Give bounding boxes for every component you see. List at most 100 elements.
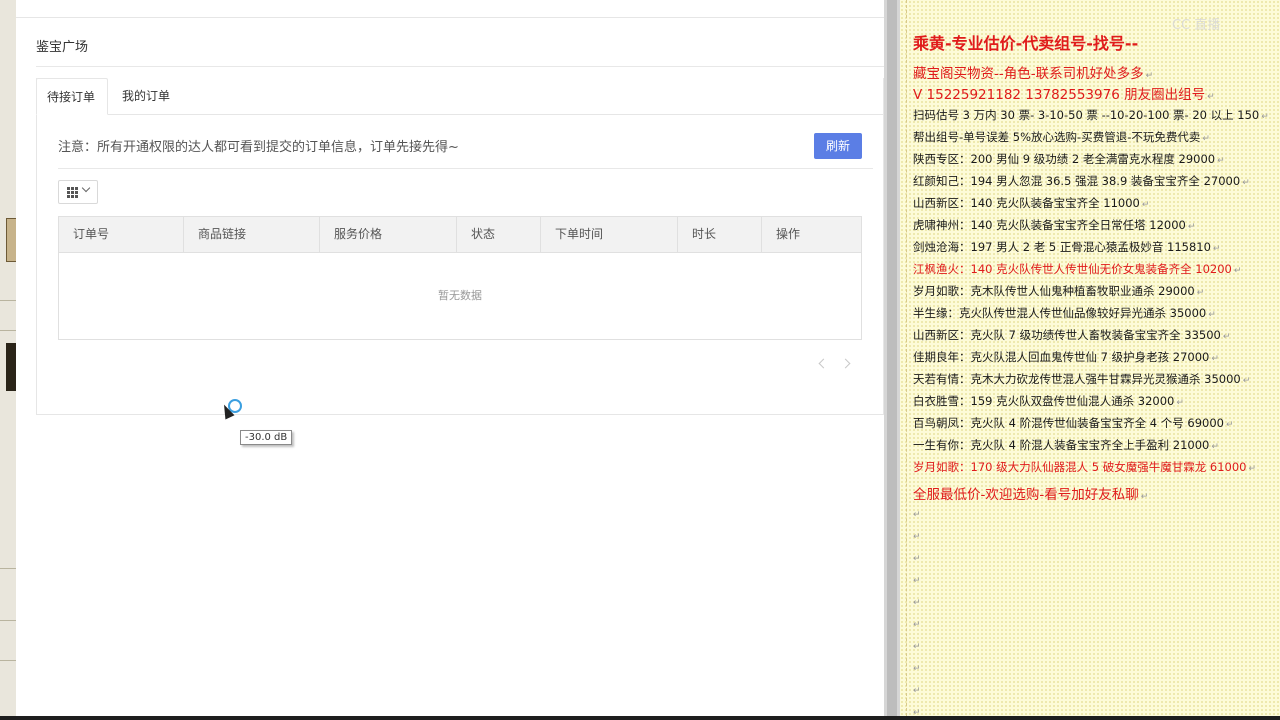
- paragraph-mark-icon: ↵: [1140, 492, 1149, 502]
- paragraph-mark-icon: ↵: [1145, 71, 1154, 81]
- paragraph-mark-icon: ↵: [1176, 398, 1184, 408]
- column-header-order-id[interactable]: 订单号: [59, 217, 184, 252]
- divider: [36, 66, 884, 67]
- paragraph-mark-icon: ↵: [913, 510, 921, 520]
- table-header: 订单号 商品链接 服务价格 状态 下单时间 时长 操作: [59, 217, 861, 253]
- column-header-price[interactable]: 服务价格: [320, 217, 457, 252]
- paragraph-mark-icon: ↵: [1242, 178, 1250, 188]
- document-line: 江枫渔火：140 克火队传世人传世仙无价女鬼装备齐全 10200 ↵: [913, 261, 1241, 277]
- refresh-button[interactable]: 刷新: [814, 133, 862, 159]
- appraisal-app-window: 鉴宝广场 待接订单 我的订单 注意：所有开通权限的达人都可看到提交的订单信息，订…: [16, 0, 884, 716]
- document-line-text: 白衣胜雪：159 克火队双盘传世仙混人通杀 32000: [913, 394, 1175, 408]
- paragraph-mark-icon: ↵: [913, 620, 921, 630]
- desktop-window-edge: [6, 343, 16, 391]
- document-line-text: 藏宝阁买物资--角色-联系司机好处多多: [913, 66, 1144, 82]
- divider: [0, 660, 16, 661]
- paragraph-mark-icon: ↵: [1208, 310, 1216, 320]
- order-tabs: 待接订单 我的订单: [36, 78, 883, 115]
- paragraph-mark-icon: ↵: [1207, 92, 1215, 102]
- document-line-text: 虎啸神州：140 克火队装备宝宝齐全日常任塔 12000: [913, 218, 1186, 232]
- paragraph-mark-icon: ↵: [913, 576, 921, 586]
- document-line-text: 山西新区：140 克火队装备宝宝齐全 11000: [913, 196, 1140, 210]
- document-line: 岁月如歌：170 级大力队仙器混人 5 破女魔强牛魔甘霖龙 61000 ↵: [913, 459, 1256, 475]
- document-line: 天若有情：克木大力砍龙传世混人强牛甘霖异光灵猴通杀 35000 ↵: [913, 371, 1250, 387]
- stream-watermark: CC 直播: [1172, 18, 1221, 33]
- document-line: 帮出组号-单号误差 5%放心选购-买费管退-不玩免费代卖 ↵: [913, 129, 1210, 145]
- paragraph-mark-icon: ↵: [1248, 464, 1257, 474]
- paragraph-mark-icon: ↵: [913, 686, 921, 696]
- document-line: 岁月如歌：克木队传世人仙鬼种植畜牧职业通杀 29000 ↵: [913, 283, 1204, 299]
- paragraph-mark-icon: ↵: [1222, 332, 1231, 342]
- document-line: V 15225921182 13782553976 朋友圈出组号 ↵: [913, 83, 1215, 103]
- document-line-text: 百鸟朝凤：克火队 4 阶混传世仙装备宝宝齐全 4 个号 69000: [913, 416, 1224, 430]
- document-line-text: 剑烛沧海：197 男人 2 老 5 正骨混心猿孟极妙音 115810: [913, 240, 1211, 254]
- document-line-text: 帮出组号-单号误差 5%放心选购-买费管退-不玩免费代卖: [913, 130, 1201, 144]
- grid-icon: [67, 187, 78, 198]
- document-line: 扫码估号 3 万内 30 票- 3-10-50 票 --10-20-100 票-…: [913, 107, 1269, 123]
- document-line: 乘黄-专业估价-代卖组号-找号--: [913, 30, 1138, 54]
- divider: [0, 568, 16, 569]
- paragraph-mark-icon: ↵: [1212, 244, 1221, 254]
- document-line-text: 陕西专区：200 男仙 9 级功绩 2 老全满雷克水程度 29000: [913, 152, 1216, 166]
- notice-text: 注意：所有开通权限的达人都可看到提交的订单信息，订单先接先得~: [58, 140, 459, 155]
- document-line-text: 岁月如歌：170 级大力队仙器混人 5 破女魔强牛魔甘霖龙 61000: [913, 460, 1247, 474]
- column-header-actions[interactable]: 操作: [762, 217, 861, 252]
- document-line: 陕西专区：200 男仙 9 级功绩 2 老全满雷克水程度 29000 ↵: [913, 151, 1225, 167]
- paragraph-mark-icon: ↵: [1217, 156, 1225, 166]
- document-line-text: 佳期良年：克火队混人回血鬼传世仙 7 级护身老孩 27000: [913, 350, 1210, 364]
- app-top-bar: [16, 0, 884, 18]
- paragraph-mark-icon: ↵: [1141, 200, 1150, 210]
- document-line-text: 乘黄-专业估价-代卖组号-找号--: [913, 34, 1139, 53]
- column-header-status[interactable]: 状态: [457, 217, 541, 252]
- paragraph-mark-icon: ↵: [913, 664, 921, 674]
- document-line-text: 全服最低价-欢迎选购-看号加好友私聊: [913, 487, 1139, 503]
- document-line-text: 半生缘：克火队传世混人传世仙品像较好异光通杀 35000: [913, 306, 1207, 320]
- taskbar-edge: [0, 716, 1280, 720]
- document-line-text: 山西新区：克火队 7 级功绩传世人畜牧装备宝宝齐全 33500: [913, 328, 1221, 342]
- paragraph-mark-icon: ↵: [1211, 354, 1219, 364]
- paragraph-mark-icon: ↵: [1211, 442, 1219, 452]
- window-separator[interactable]: [884, 0, 900, 716]
- document-line-text: V 15225921182 13782553976 朋友圈出组号: [913, 87, 1206, 103]
- divider: [0, 300, 16, 301]
- document-line-text: 扫码估号 3 万内 30 票- 3-10-50 票 --10-20-100 票-…: [913, 108, 1260, 122]
- divider: [58, 168, 873, 169]
- volume-tooltip: -30.0 dB: [240, 430, 293, 445]
- document-line: 佳期良年：克火队混人回血鬼传世仙 7 级护身老孩 27000 ↵: [913, 349, 1219, 365]
- desktop-edge: [0, 0, 18, 720]
- paragraph-mark-icon: ↵: [1202, 134, 1210, 144]
- orders-table: 订单号 商品链接 服务价格 状态 下单时间 时长 操作 暂无数据: [58, 216, 862, 340]
- document-line: 红颜知己：194 男人忽混 36.5 强混 38.9 装备宝宝齐全 27000 ↵: [913, 173, 1250, 189]
- paragraph-mark-icon: ↵: [913, 532, 921, 542]
- document-line-text: 江枫渔火：140 克火队传世人传世仙无价女鬼装备齐全 10200: [913, 262, 1232, 276]
- document-line: 全服最低价-欢迎选购-看号加好友私聊 ↵: [913, 483, 1148, 503]
- column-header-item-link[interactable]: 商品链接: [184, 217, 320, 252]
- paragraph-mark-icon: ↵: [1187, 222, 1196, 232]
- document-line: 山西新区：克火队 7 级功绩传世人畜牧装备宝宝齐全 33500 ↵: [913, 327, 1230, 343]
- document-line: 一生有你：克火队 4 阶混人装备宝宝齐全上手盈利 21000 ↵: [913, 437, 1219, 453]
- page-margin-line: [906, 0, 908, 716]
- document-line: 虎啸神州：140 克火队装备宝宝齐全日常任塔 12000 ↵: [913, 217, 1195, 233]
- page-title: 鉴宝广场: [36, 40, 89, 55]
- tab-my-orders[interactable]: 我的订单: [112, 78, 184, 113]
- document-line: 百鸟朝凤：克火队 4 阶混传世仙装备宝宝齐全 4 个号 69000 ↵: [913, 415, 1234, 431]
- column-toggle-button[interactable]: [58, 180, 98, 204]
- document-line-text: 岁月如歌：克木队传世人仙鬼种植畜牧职业通杀 29000: [913, 284, 1195, 298]
- column-header-duration[interactable]: 时长: [678, 217, 762, 252]
- document-line-text: 红颜知己：194 男人忽混 36.5 强混 38.9 装备宝宝齐全 27000: [913, 174, 1241, 188]
- paragraph-mark-icon: ↵: [1261, 112, 1269, 122]
- chevron-down-icon: [81, 183, 91, 193]
- divider: [0, 620, 16, 621]
- paragraph-mark-icon: ↵: [913, 642, 921, 652]
- tab-pending-orders[interactable]: 待接订单: [36, 78, 108, 115]
- document-line: 剑烛沧海：197 男人 2 老 5 正骨混心猿孟极妙音 115810 ↵: [913, 239, 1220, 255]
- empty-state-text: 暂无数据: [438, 289, 482, 302]
- paragraph-mark-icon: ↵: [1196, 288, 1205, 298]
- paragraph-mark-icon: ↵: [913, 554, 921, 564]
- document-line-text: 一生有你：克火队 4 阶混人装备宝宝齐全上手盈利 21000: [913, 438, 1210, 452]
- document-line: 半生缘：克火队传世混人传世仙品像较好异光通杀 35000 ↵: [913, 305, 1216, 321]
- document-line: 白衣胜雪：159 克火队双盘传世仙混人通杀 32000 ↵: [913, 393, 1184, 409]
- column-header-order-time[interactable]: 下单时间: [541, 217, 678, 252]
- paragraph-mark-icon: ↵: [1226, 420, 1234, 430]
- paragraph-mark-icon: ↵: [1242, 376, 1251, 386]
